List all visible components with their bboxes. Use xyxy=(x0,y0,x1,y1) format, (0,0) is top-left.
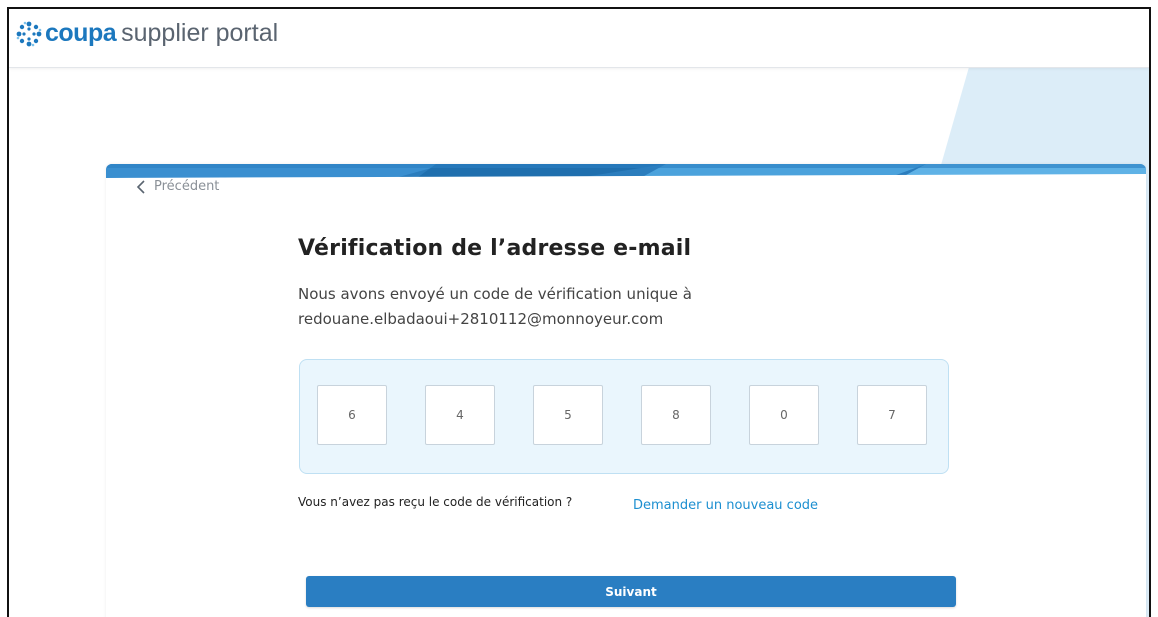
email-address: redouane.elbadaoui+2810112@monnoyeur.com xyxy=(298,310,664,328)
browser-frame: coupa supplier portal Précédent Vérifica… xyxy=(7,7,1151,617)
coupa-flower-icon xyxy=(16,21,42,46)
code-digit-4[interactable] xyxy=(641,385,711,445)
code-digit-2[interactable] xyxy=(425,385,495,445)
chevron-left-icon xyxy=(136,179,145,194)
resend-prompt: Vous n’avez pas reçu le code de vérifica… xyxy=(298,495,573,509)
code-digit-5[interactable] xyxy=(749,385,819,445)
code-input-group xyxy=(299,359,949,474)
coupa-logo[interactable]: coupa supplier portal xyxy=(15,19,278,48)
code-digit-1[interactable] xyxy=(317,385,387,445)
page-title: Vérification de l’adresse e-mail xyxy=(298,236,692,261)
logo-brand-text: coupa xyxy=(45,19,117,47)
verification-description: Nous avons envoyé un code de vérificatio… xyxy=(298,282,858,332)
description-text: Nous avons envoyé un code de vérificatio… xyxy=(298,285,692,303)
logo-product-text: supplier portal xyxy=(121,19,279,47)
back-label: Précédent xyxy=(154,179,220,194)
verification-card: Précédent Vérification de l’adresse e-ma… xyxy=(106,164,1146,617)
next-button[interactable]: Suivant xyxy=(306,576,956,607)
code-digit-6[interactable] xyxy=(857,385,927,445)
back-button[interactable]: Précédent xyxy=(136,179,219,194)
code-digit-3[interactable] xyxy=(533,385,603,445)
card-header-band xyxy=(106,164,1146,186)
resend-code-link[interactable]: Demander un nouveau code xyxy=(633,498,818,513)
top-bar: coupa supplier portal xyxy=(9,9,1149,68)
